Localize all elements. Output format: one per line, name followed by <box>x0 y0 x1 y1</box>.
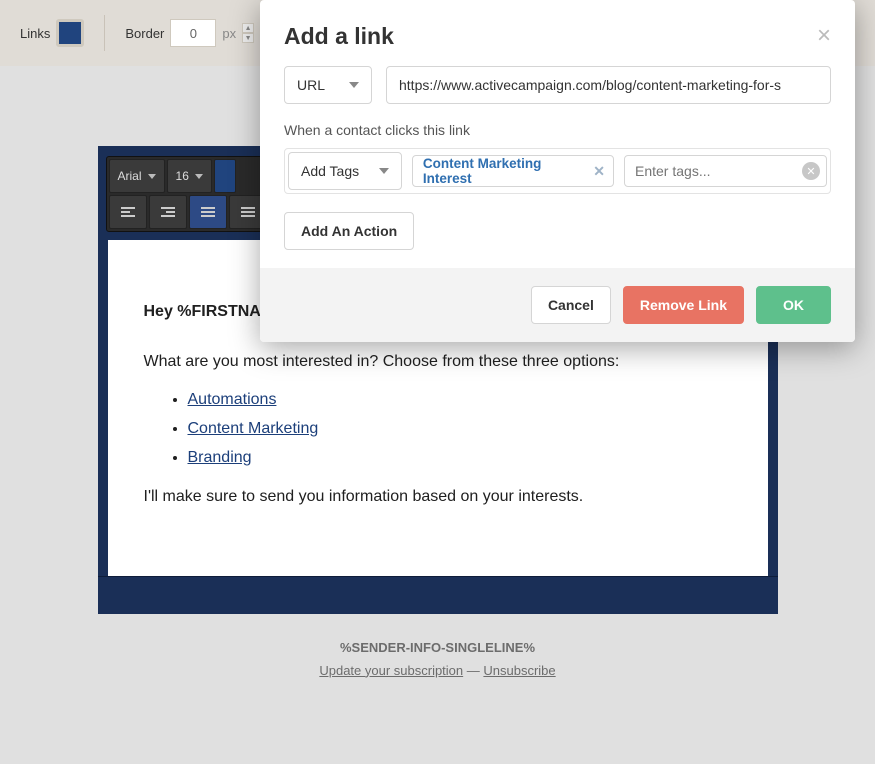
link-type-value: URL <box>297 77 325 93</box>
clear-tags-icon[interactable]: ✕ <box>802 162 820 180</box>
chevron-down-icon <box>349 82 359 88</box>
bullet-list-button[interactable] <box>189 195 227 229</box>
link-content-marketing[interactable]: Content Marketing <box>188 420 319 437</box>
border-width-input[interactable] <box>170 19 216 47</box>
link-color-swatch[interactable] <box>56 19 84 47</box>
link-automations[interactable]: Automations <box>188 391 277 408</box>
intro-text: What are you most interested in? Choose … <box>144 350 732 375</box>
bullet-list-icon <box>201 205 215 219</box>
email-footer: %SENDER-INFO-SINGLELINE% Update your sub… <box>0 614 875 704</box>
add-link-modal: Add a link × URL When a contact clicks t… <box>260 0 855 342</box>
list-item: Automations <box>188 388 732 413</box>
update-subscription-link[interactable]: Update your subscription <box>319 663 463 678</box>
tag-chip: Content Marketing Interest ✕ <box>412 155 614 187</box>
remove-link-button[interactable]: Remove Link <box>623 286 744 324</box>
link-type-select[interactable]: URL <box>284 66 372 104</box>
url-input[interactable] <box>386 66 831 104</box>
sender-info: %SENDER-INFO-SINGLELINE% <box>0 640 875 655</box>
option-list: Automations Content Marketing Branding <box>188 388 732 470</box>
tag-row: Add Tags Content Marketing Interest ✕ ✕ <box>284 148 831 194</box>
canvas-footer-strip <box>98 576 778 614</box>
modal-title: Add a link <box>284 23 394 50</box>
unsubscribe-link[interactable]: Unsubscribe <box>483 663 555 678</box>
add-action-button[interactable]: Add An Action <box>284 212 414 250</box>
text-color-button[interactable] <box>214 159 236 193</box>
link-branding[interactable]: Branding <box>188 449 252 466</box>
closing-text: I'll make sure to send you information b… <box>144 485 732 510</box>
ok-button[interactable]: OK <box>756 286 831 324</box>
border-stepper[interactable]: ▲▼ <box>242 23 254 43</box>
border-unit: px <box>222 26 236 41</box>
outdent-icon <box>121 205 135 219</box>
tag-input[interactable] <box>624 155 827 187</box>
indent-button[interactable] <box>149 195 187 229</box>
divider <box>104 15 105 51</box>
font-family-select[interactable]: Arial <box>109 159 165 193</box>
font-size-select[interactable]: 16 <box>167 159 212 193</box>
chevron-down-icon <box>379 168 389 174</box>
list-item: Branding <box>188 446 732 471</box>
tag-action-select[interactable]: Add Tags <box>288 152 402 190</box>
links-label: Links <box>20 26 50 41</box>
tag-chip-label: Content Marketing Interest <box>423 156 585 186</box>
cancel-button[interactable]: Cancel <box>531 286 611 324</box>
numbered-list-icon <box>241 205 255 219</box>
outdent-button[interactable] <box>109 195 147 229</box>
close-icon[interactable]: × <box>817 22 831 50</box>
remove-tag-icon[interactable]: ✕ <box>593 163 605 180</box>
links-color-group: Links <box>10 13 94 53</box>
click-sublabel: When a contact clicks this link <box>284 122 831 138</box>
indent-icon <box>161 205 175 219</box>
border-label: Border <box>125 26 164 41</box>
modal-footer: Cancel Remove Link OK <box>260 268 855 342</box>
list-item: Content Marketing <box>188 417 732 442</box>
text-block-toolbar: Arial 16 <box>106 156 270 232</box>
